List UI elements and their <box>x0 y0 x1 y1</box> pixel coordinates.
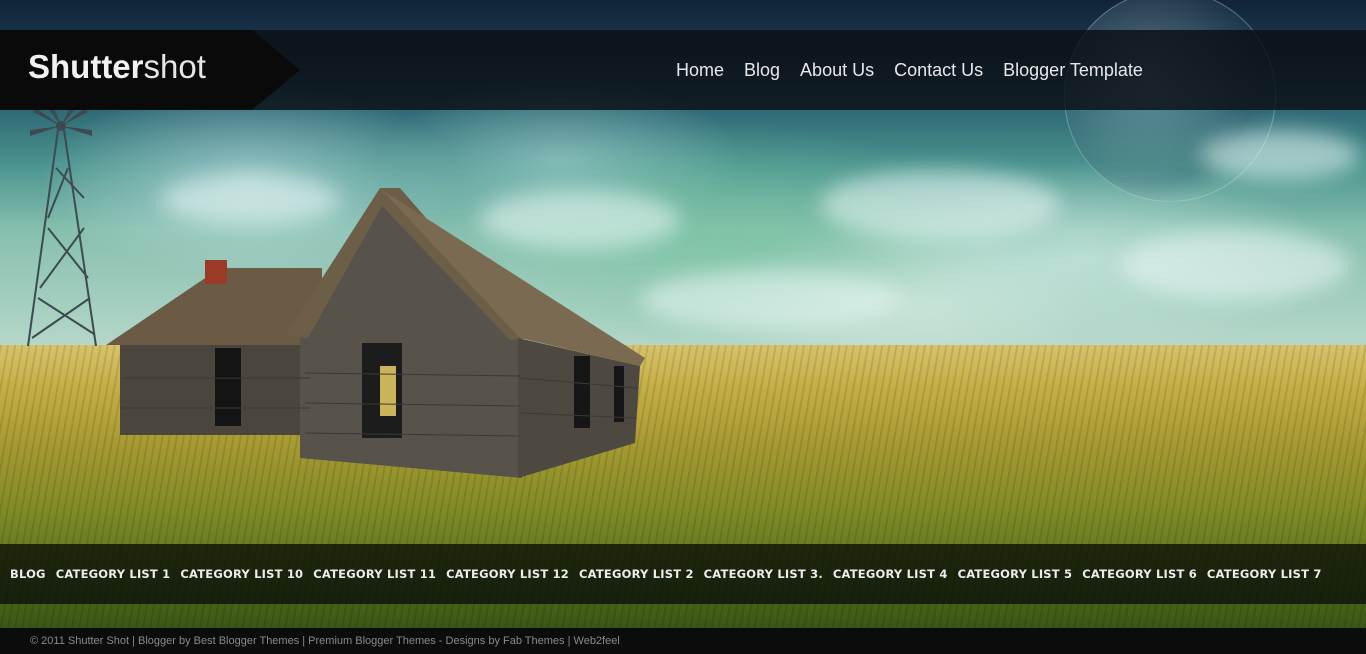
category-link-10[interactable]: CATEGORY LIST 10 <box>180 567 303 581</box>
nav-link-blog[interactable]: Blog <box>744 60 780 81</box>
category-link-1[interactable]: CATEGORY LIST 1 <box>56 567 171 581</box>
category-link-4[interactable]: CATEGORY LIST 4 <box>833 567 948 581</box>
cloud <box>820 170 1060 240</box>
site-logo[interactable]: Shuttershot <box>28 48 206 86</box>
site-footer: © 2011 Shutter Shot | Blogger by Best Bl… <box>0 628 1366 654</box>
logo-bold-text: Shutter <box>28 48 144 85</box>
nav-link-home[interactable]: Home <box>676 60 724 81</box>
category-link-12[interactable]: CATEGORY LIST 12 <box>446 567 569 581</box>
category-bar: BLOG CATEGORY LIST 1 CATEGORY LIST 10 CA… <box>0 544 1366 604</box>
category-link-5[interactable]: CATEGORY LIST 5 <box>958 567 1073 581</box>
category-link-blog[interactable]: BLOG <box>10 567 46 581</box>
farmhouse <box>106 188 645 478</box>
category-link-3[interactable]: CATEGORY LIST 3. <box>704 567 823 581</box>
main-navigation: Home Blog About Us Contact Us Blogger Te… <box>666 30 1153 110</box>
logo-arrow <box>252 30 300 110</box>
nav-link-blogger-template[interactable]: Blogger Template <box>1003 60 1143 81</box>
footer-credits: © 2011 Shutter Shot | Blogger by Best Bl… <box>30 635 620 647</box>
site-header: Shuttershot Home Blog About Us Contact U… <box>0 30 1366 110</box>
cloud <box>1200 130 1360 180</box>
category-link-6[interactable]: CATEGORY LIST 6 <box>1082 567 1197 581</box>
category-link-2[interactable]: CATEGORY LIST 2 <box>579 567 694 581</box>
logo-light-text: shot <box>143 48 206 85</box>
nav-link-about-us[interactable]: About Us <box>800 60 874 81</box>
category-link-11[interactable]: CATEGORY LIST 11 <box>313 567 436 581</box>
nav-link-contact-us[interactable]: Contact Us <box>894 60 983 81</box>
cloud <box>1120 230 1350 300</box>
cloud <box>640 270 900 330</box>
category-link-7[interactable]: CATEGORY LIST 7 <box>1207 567 1322 581</box>
